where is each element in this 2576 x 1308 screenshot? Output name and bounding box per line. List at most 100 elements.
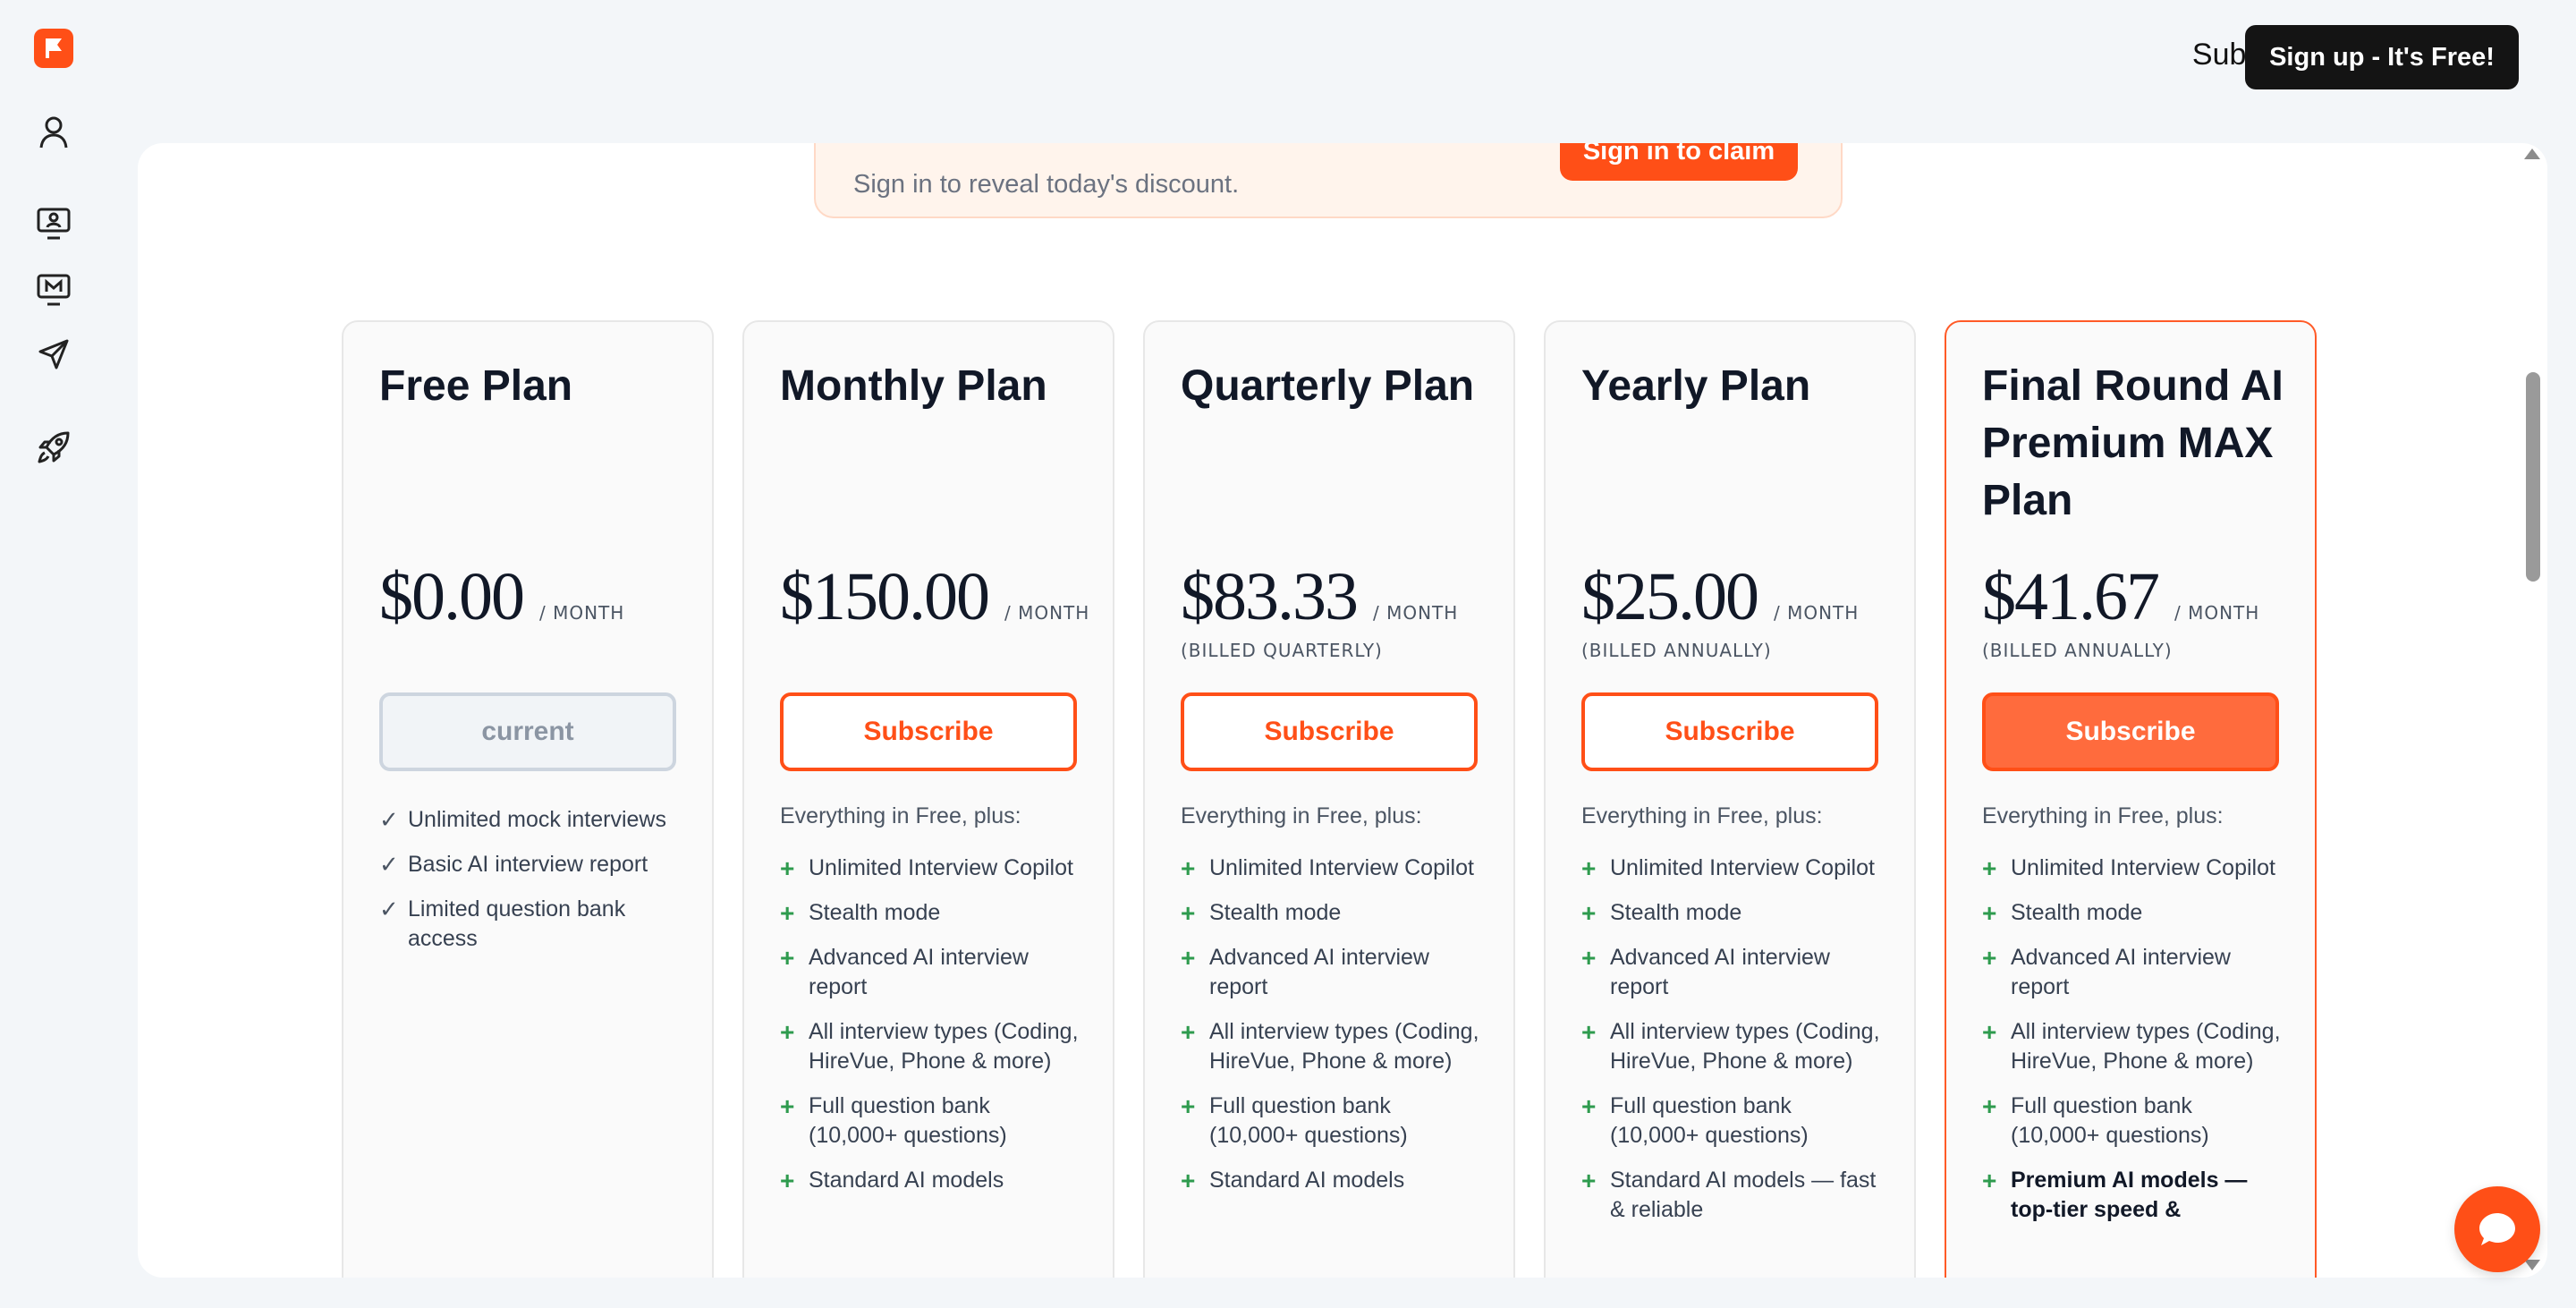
plus-icon: + <box>1181 1018 1196 1046</box>
price-period: / MONTH <box>1373 602 1459 624</box>
plus-icon: + <box>1181 1092 1196 1120</box>
profile-icon[interactable] <box>34 113 73 152</box>
signup-button[interactable]: Sign up - It's Free! <box>2245 25 2519 89</box>
price-row: $25.00 / MONTH <box>1581 558 1859 636</box>
price-row: $0.00 / MONTH <box>379 558 624 636</box>
billing-note: (BILLED ANNUALLY) <box>1581 640 1772 661</box>
feature-item: + Stealth mode <box>780 899 941 927</box>
plan-intro: Everything in Free, plus: <box>1181 803 1422 828</box>
monitor-user-icon[interactable] <box>34 204 73 243</box>
feature-item: + Full question bank (10,000+ questions) <box>780 1092 1007 1148</box>
plus-icon: + <box>1581 1018 1597 1046</box>
paper-plane-icon[interactable] <box>34 335 73 374</box>
plan-price: $83.33 <box>1181 559 1359 634</box>
monitor-m-icon[interactable] <box>34 270 73 310</box>
feature-list: + Unlimited Interview Copilot + Stealth mo… <box>780 854 1084 1210</box>
plus-icon: + <box>1581 944 1597 972</box>
feature-list: + Unlimited Interview Copilot + Stealth mo… <box>1581 854 1885 1240</box>
feature-item: + Unlimited Interview Copilot <box>1982 854 2275 882</box>
feature-item: + Advanced AI interview report <box>1581 944 1830 999</box>
plan-title: Yearly Plan <box>1581 362 1811 410</box>
feature-list: + Unlimited Interview Copilot + Stealth mo… <box>1982 854 2286 1240</box>
scroll-up-arrow-icon[interactable] <box>2524 149 2540 159</box>
feature-item: + Premium AI models — top-tier speed & <box>1982 1167 2248 1222</box>
plus-icon: + <box>1181 854 1196 882</box>
plan-title: Final Round AI Premium MAX Plan <box>1982 362 2284 524</box>
feature-item: + Advanced AI interview report <box>1181 944 1429 999</box>
promo-text: Sign in to reveal today's discount. <box>853 170 1240 199</box>
plus-icon: + <box>1181 944 1196 972</box>
billing-note: (BILLED ANNUALLY) <box>1982 640 2173 661</box>
feature-item: + Full question bank (10,000+ questions) <box>1581 1092 1809 1148</box>
subscribe-button[interactable]: Subscribe <box>1982 692 2279 771</box>
plan-card-free: Free Plan $0.00 / MONTH current ✓ Unlimit… <box>342 320 714 1278</box>
billing-note: (BILLED QUARTERLY) <box>1181 640 1383 661</box>
feature-item: + Advanced AI interview report <box>1982 944 2231 999</box>
subscribe-button[interactable]: Subscribe <box>1581 692 1878 771</box>
feature-item: + Unlimited Interview Copilot <box>780 854 1073 882</box>
scrollbar-thumb[interactable] <box>2526 372 2540 582</box>
price-row: $41.67 / MONTH <box>1982 558 2259 636</box>
feature-item: + All interview types (Coding, HireVue, P… <box>1982 1018 2281 1074</box>
plus-icon: + <box>1982 854 1997 882</box>
plan-intro: Everything in Free, plus: <box>780 803 1021 828</box>
feature-item: ✓ Unlimited mock interviews <box>379 806 666 833</box>
subscribe-button[interactable]: Subscribe <box>1181 692 1478 771</box>
rocket-icon[interactable] <box>34 428 73 467</box>
claim-discount-button[interactable]: Sign in to claim <box>1560 143 1798 181</box>
chat-bubble-button[interactable] <box>2454 1186 2540 1272</box>
plan-title: Monthly Plan <box>780 362 1047 410</box>
price-row: $150.00 / MONTH <box>780 558 1089 636</box>
plan-title: Free Plan <box>379 362 573 410</box>
pricing-panel: Sign in to reveal today's discount. Sign… <box>138 143 2547 1278</box>
plan-card-monthly: Monthly Plan $150.00 / MONTH Subscribe E… <box>742 320 1114 1278</box>
check-icon: ✓ <box>379 806 399 833</box>
check-icon: ✓ <box>379 896 399 922</box>
plan-card-quarterly: Quarterly Plan $83.33 / MONTH (BILLED QU… <box>1143 320 1515 1278</box>
plus-icon: + <box>1581 1167 1597 1194</box>
price-row: $83.33 / MONTH <box>1181 558 1458 636</box>
promo-banner: Sign in to reveal today's discount. Sign… <box>814 143 1843 218</box>
plus-icon: + <box>780 854 795 882</box>
scroll-down-arrow-icon[interactable] <box>2524 1260 2540 1270</box>
plan-title: Quarterly Plan <box>1181 362 1475 410</box>
plus-icon: + <box>780 899 795 927</box>
feature-item: + Unlimited Interview Copilot <box>1181 854 1474 882</box>
feature-list: ✓ Unlimited mock interviews ✓ Basic AI int… <box>379 805 683 969</box>
current-plan-button[interactable]: current <box>379 692 676 771</box>
price-period: / MONTH <box>1774 602 1860 624</box>
plus-icon: + <box>1181 899 1196 927</box>
price-period: / MONTH <box>2174 602 2260 624</box>
plan-price: $0.00 <box>379 559 525 634</box>
price-period: / MONTH <box>1004 602 1090 624</box>
feature-item: + All interview types (Coding, HireVue, P… <box>780 1018 1079 1074</box>
brand-logo-icon[interactable] <box>34 29 73 68</box>
plus-icon: + <box>1581 1092 1597 1120</box>
plus-icon: + <box>1181 1167 1196 1194</box>
plus-icon: + <box>1982 1092 1997 1120</box>
feature-item: ✓ Basic AI interview report <box>379 851 648 878</box>
plan-card-yearly: Yearly Plan $25.00 / MONTH (BILLED ANNUA… <box>1544 320 1916 1278</box>
feature-item: + Stealth mode <box>1982 899 2143 927</box>
plus-icon: + <box>1982 944 1997 972</box>
plan-intro: Everything in Free, plus: <box>1982 803 2224 828</box>
subscribe-button[interactable]: Subscribe <box>780 692 1077 771</box>
chat-icon <box>2479 1213 2515 1245</box>
plan-intro: Everything in Free, plus: <box>1581 803 1823 828</box>
feature-list: + Unlimited Interview Copilot + Stealth mo… <box>1181 854 1485 1210</box>
plus-icon: + <box>780 1018 795 1046</box>
feature-item: + Full question bank (10,000+ questions) <box>1181 1092 1408 1148</box>
feature-item: + Full question bank (10,000+ questions) <box>1982 1092 2209 1148</box>
plus-icon: + <box>780 1092 795 1120</box>
plus-icon: + <box>1581 854 1597 882</box>
feature-item: + Stealth mode <box>1581 899 1742 927</box>
plan-price: $150.00 <box>780 559 990 634</box>
feature-item: + Stealth mode <box>1181 899 1342 927</box>
feature-item: + All interview types (Coding, HireVue, P… <box>1581 1018 1880 1074</box>
feature-item: + Standard AI models — fast & reliable <box>1581 1167 1877 1222</box>
feature-item: + Standard AI models <box>780 1167 1004 1194</box>
feature-item: + Unlimited Interview Copilot <box>1581 854 1875 882</box>
plan-price: $25.00 <box>1581 559 1759 634</box>
feature-item: + Advanced AI interview report <box>780 944 1029 999</box>
feature-item: ✓ Limited question bank access <box>379 896 626 951</box>
